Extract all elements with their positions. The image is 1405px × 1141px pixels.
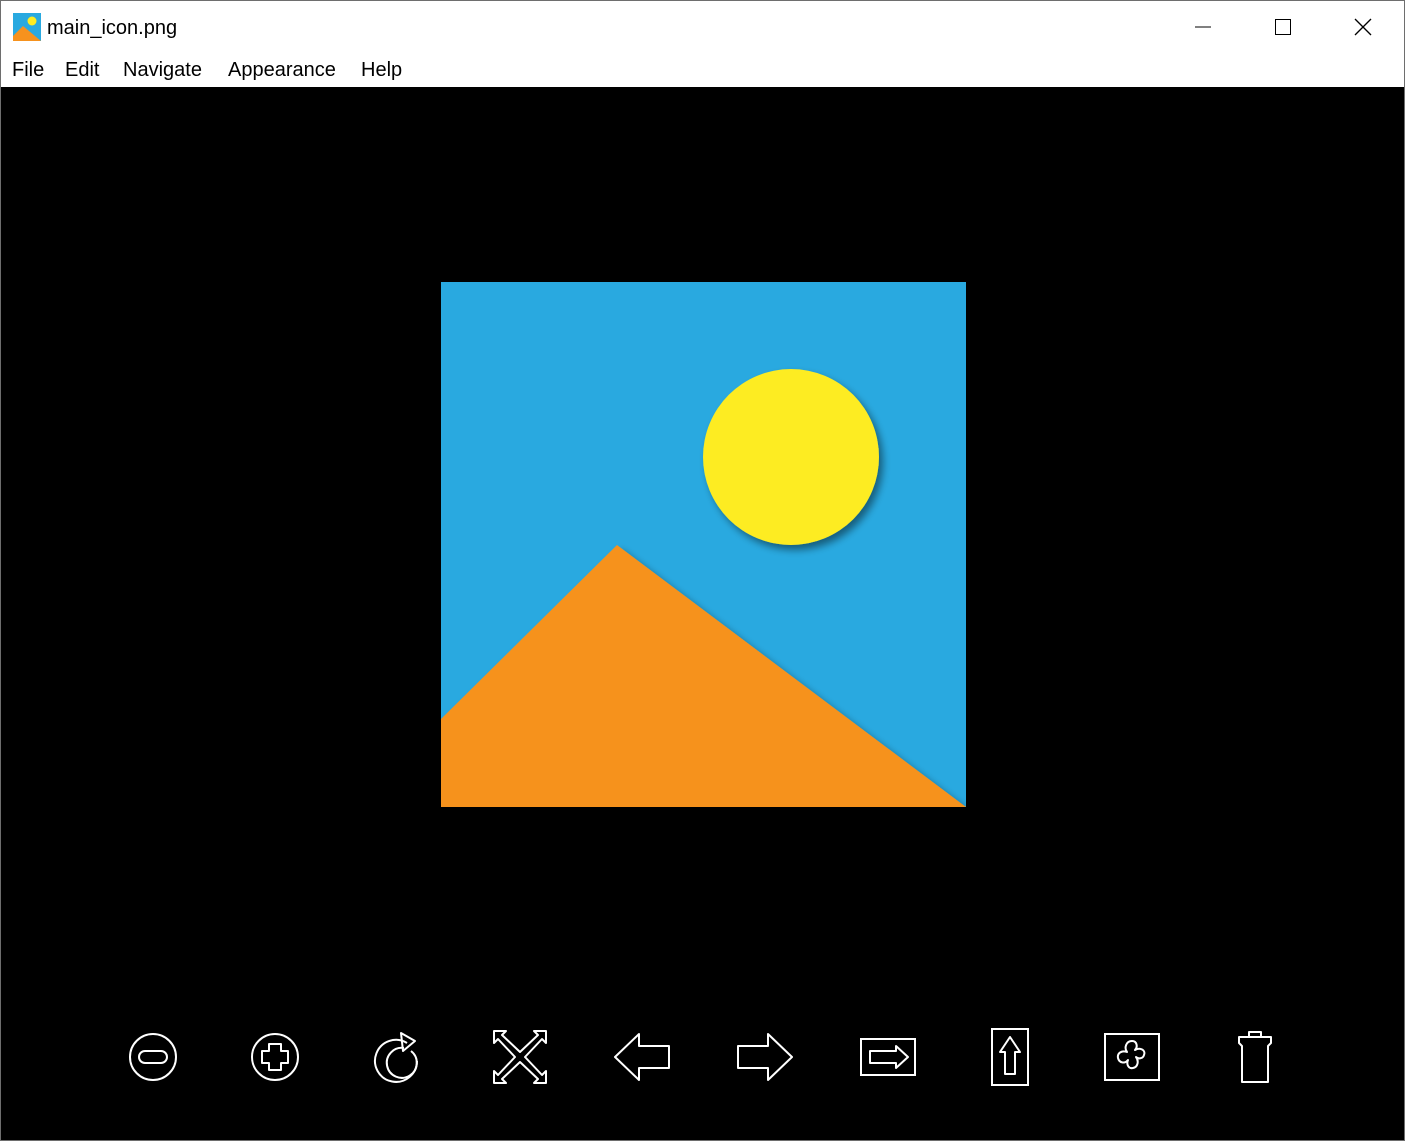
menu-file[interactable]: File — [12, 58, 44, 82]
minimize-button[interactable] — [1163, 1, 1243, 53]
delete-icon — [1238, 1031, 1272, 1083]
rotate-button[interactable] — [365, 1025, 429, 1089]
zoom-in-icon — [251, 1033, 299, 1081]
sun-shape — [703, 369, 879, 545]
previous-arrow-icon — [614, 1033, 670, 1081]
delete-button[interactable] — [1223, 1025, 1287, 1089]
rotate-icon — [374, 1032, 418, 1083]
fit-to-window-button[interactable] — [488, 1025, 552, 1089]
menu-appearance[interactable]: Appearance — [228, 58, 336, 82]
slideshow-button[interactable] — [856, 1025, 920, 1089]
previous-image-button[interactable] — [610, 1025, 674, 1089]
set-wallpaper-icon — [1104, 1033, 1160, 1081]
image-canvas[interactable] — [1, 87, 1404, 1140]
app-image-icon — [13, 13, 41, 41]
maximize-button[interactable] — [1243, 1, 1323, 53]
zoom-out-icon — [129, 1033, 177, 1081]
app-window: main_icon.png File Edit Navigate Appeara… — [0, 0, 1405, 1141]
next-image-button[interactable] — [733, 1025, 797, 1089]
open-folder-button[interactable] — [978, 1025, 1042, 1089]
window-title: main_icon.png — [47, 17, 178, 39]
zoom-out-button[interactable] — [121, 1025, 185, 1089]
maximize-icon — [1275, 19, 1291, 35]
menu-bar: File Edit Navigate Appearance Help — [1, 53, 1404, 87]
title-bar[interactable]: main_icon.png — [1, 1, 1404, 53]
close-button[interactable] — [1323, 1, 1403, 53]
menu-help[interactable]: Help — [361, 58, 402, 82]
close-icon — [1354, 18, 1372, 36]
menu-navigate[interactable]: Navigate — [123, 58, 202, 82]
menu-edit[interactable]: Edit — [65, 58, 99, 82]
zoom-in-button[interactable] — [243, 1025, 307, 1089]
slideshow-icon — [860, 1038, 916, 1076]
fit-to-window-icon — [493, 1030, 547, 1084]
next-arrow-icon — [737, 1033, 793, 1081]
open-folder-up-icon — [991, 1028, 1029, 1086]
displayed-image — [441, 282, 966, 807]
minimize-icon — [1195, 26, 1211, 28]
set-wallpaper-button[interactable] — [1100, 1025, 1164, 1089]
